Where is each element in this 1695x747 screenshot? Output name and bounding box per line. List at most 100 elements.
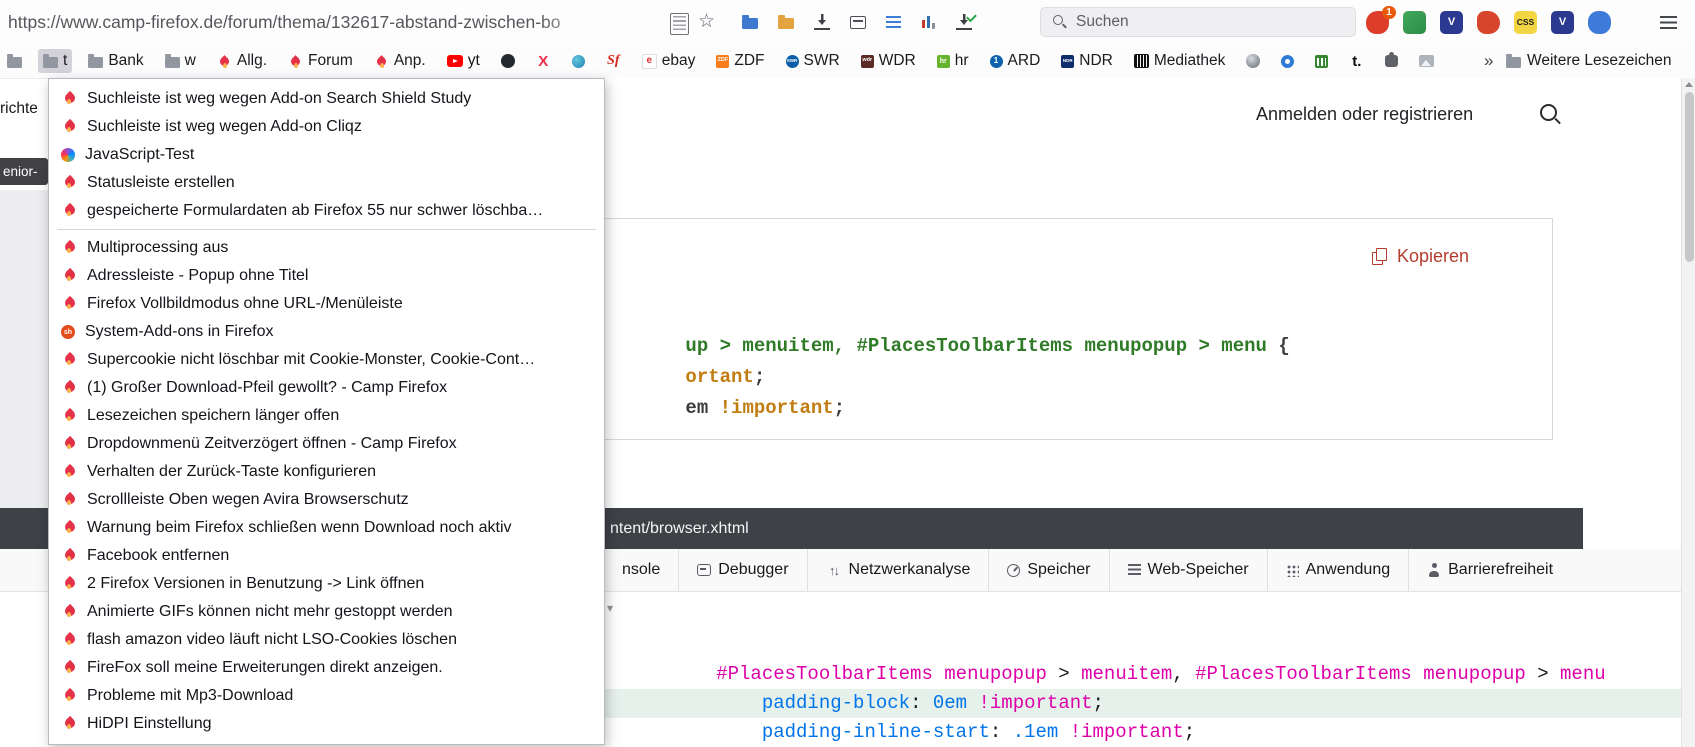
bookmark-swr[interactable]: SWR SWR [781, 49, 845, 73]
tab-debugger[interactable]: Debugger [678, 549, 806, 591]
archive-icon[interactable] [850, 16, 866, 29]
bookmark-menu-item[interactable]: JavaScript-Test [49, 141, 604, 169]
login-link[interactable]: Anmelden oder registrieren [1256, 104, 1473, 125]
bookmark-ebay[interactable]: e ebay [637, 49, 701, 73]
more-bookmarks[interactable]: Weitere Lesezeichen [1506, 48, 1671, 74]
bookmark-menu-favicon [61, 436, 77, 452]
download-icon[interactable] [814, 14, 830, 30]
devtools-tab-label: Web-Speicher [1148, 561, 1249, 579]
bookmark-folder[interactable] [2, 52, 27, 71]
bookmark-menu-favicon [61, 148, 75, 162]
bookmark-menu-favicon [61, 660, 77, 676]
bookmark-menu-item[interactable]: Verhalten der Zurück-Taste konfigurieren [49, 458, 604, 486]
bookmark-allg[interactable]: Allg. [212, 49, 272, 73]
overflow-chevron-icon[interactable]: » [1480, 48, 1497, 74]
bookmark-ndr[interactable]: NDR NDR [1056, 49, 1118, 73]
menu-icon[interactable] [1660, 16, 1677, 29]
fold-marker-icon: ▾ [607, 601, 613, 615]
bookmark-yt[interactable]: yt [442, 49, 485, 73]
code-token: ; [754, 366, 765, 388]
extension-icon-red-script[interactable] [1477, 11, 1500, 34]
bookmark-globe[interactable] [1241, 51, 1265, 71]
bookmark-favicon [501, 54, 515, 68]
bookmark-teal[interactable] [567, 52, 590, 71]
extension-icon-blue[interactable] [1588, 11, 1611, 34]
bookmark-menu-item[interactable]: FireFox soll meine Erweiterungen direkt … [49, 654, 604, 682]
bookmark-ard[interactable]: 1 ARD [985, 49, 1046, 73]
bookmark-menu-label: Animierte GIFs können nicht mehr gestopp… [87, 603, 453, 621]
bookmark-menu-item[interactable]: Scrollleiste Oben wegen Avira Browsersch… [49, 486, 604, 514]
tab-speicher[interactable]: Speicher [988, 549, 1108, 591]
page-search-icon[interactable] [1540, 104, 1562, 126]
bookmark-menu-item[interactable]: Probleme mit Mp3-Download [49, 682, 604, 710]
bookmark-menu-item[interactable]: Lesezeichen speichern länger offen [49, 402, 604, 430]
bookmark-menu-item[interactable]: 2 Firefox Versionen in Benutzung -> Link… [49, 570, 604, 598]
extension-icon-green[interactable] [1403, 11, 1426, 34]
bookmark-wdr[interactable]: wdr WDR [856, 49, 921, 73]
bookmark-green-chart[interactable] [1310, 52, 1333, 71]
bookmark-mediathek[interactable]: Mediathek [1129, 49, 1231, 73]
url-field[interactable]: https://www.camp-firefox.de/forum/thema/… [8, 0, 608, 44]
folder-open-icon[interactable] [778, 18, 794, 29]
reader-view-icon[interactable] [670, 13, 689, 35]
bookmark-folder-t[interactable]: t [38, 49, 72, 73]
tab-web-speicher[interactable]: Web-Speicher [1109, 549, 1267, 591]
bookmark-github[interactable] [496, 51, 520, 71]
bookmark-forum[interactable]: Forum [283, 49, 358, 73]
bookmark-menu-item[interactable]: HiDPI Einstellung [49, 710, 604, 738]
bookmark-menu-item[interactable]: Adressleiste - Popup ohne Titel [49, 262, 604, 290]
stats-icon[interactable] [921, 16, 936, 29]
bookmark-star-icon[interactable]: ☆ [698, 8, 715, 36]
bookmark-menu-label: FireFox soll meine Erweiterungen direkt … [87, 659, 443, 677]
bookmark-favicon [1419, 55, 1434, 67]
bookmark-menu-item[interactable]: Firefox Vollbildmodus ohne URL-/Menüleis… [49, 290, 604, 318]
page-scrollbar[interactable] [1681, 78, 1695, 747]
bookmark-blue[interactable] [1276, 52, 1299, 71]
tab-barrierefreiheit[interactable]: Barrierefreiheit [1408, 549, 1571, 591]
bookmark-menu-label: Verhalten der Zurück-Taste konfigurieren [87, 463, 376, 481]
extension-icon-css[interactable]: CSS [1514, 11, 1537, 34]
bookmark-menu-item[interactable]: sh System-Add-ons in Firefox [49, 318, 604, 346]
copy-button[interactable]: Kopieren [1372, 246, 1469, 267]
search-bar[interactable]: Suchen [1040, 7, 1356, 37]
bookmark-x[interactable]: X [531, 52, 556, 71]
bookmark-menu-item[interactable]: flash amazon video läuft nicht LSO-Cooki… [49, 626, 604, 654]
bookmark-favicon [572, 55, 585, 68]
bookmark-label: ZDF [734, 52, 764, 70]
bookmark-photo[interactable] [1414, 52, 1439, 70]
tab-konsole[interactable]: nsole [604, 549, 678, 591]
extension-icon-red[interactable]: 1 [1366, 11, 1389, 34]
bookmark-t[interactable]: t. [1344, 52, 1369, 71]
folder-blue-icon[interactable] [742, 18, 758, 29]
scrollbar-up-arrow[interactable] [1685, 82, 1693, 87]
bookmark-puzzle[interactable] [1380, 52, 1403, 70]
bookmark-menu-favicon: sh [61, 325, 75, 339]
bookmark-folder-w[interactable]: w [160, 49, 201, 73]
reading-list-icon[interactable] [886, 16, 901, 28]
bookmark-menu-item[interactable]: Warnung beim Firefox schließen wenn Down… [49, 514, 604, 542]
code-token: { [1267, 335, 1290, 357]
bookmark-menu-item[interactable]: Suchleiste ist weg wegen Add-on Search S… [49, 85, 604, 113]
extension-icon-v2[interactable]: V [1551, 11, 1574, 34]
bookmark-sf[interactable]: Sf [601, 52, 626, 71]
tab-anwendung[interactable]: Anwendung [1267, 549, 1409, 591]
bookmark-menu-item[interactable]: (1) Großer Download-Pfeil gewollt? - Cam… [49, 374, 604, 402]
bookmark-folder-bank[interactable]: Bank [83, 49, 148, 73]
bookmark-zdf[interactable]: ZDF ZDF [711, 49, 769, 73]
download-done-icon[interactable] [956, 14, 972, 30]
bookmark-menu-item[interactable]: Facebook entfernen [49, 542, 604, 570]
bookmark-menu-label: HiDPI Einstellung [87, 715, 212, 733]
bookmark-menu-item[interactable]: Suchleiste ist weg wegen Add-on Cliqz [49, 113, 604, 141]
devtools-tab-icon [1128, 564, 1141, 576]
scrollbar-thumb[interactable] [1685, 92, 1694, 262]
bookmark-menu-item[interactable]: gespeicherte Formulardaten ab Firefox 55… [49, 197, 604, 225]
bookmark-menu-item[interactable]: Statusleiste erstellen [49, 169, 604, 197]
bookmark-hr[interactable]: hr hr [932, 49, 974, 73]
extension-icon-v1[interactable]: V [1440, 11, 1463, 34]
bookmark-menu-item[interactable]: Multiprocessing aus [49, 234, 604, 262]
bookmark-menu-item[interactable]: Supercookie nicht löschbar mit Cookie-Mo… [49, 346, 604, 374]
bookmark-menu-item[interactable]: Dropdownmenü Zeitverzögert öffnen - Camp… [49, 430, 604, 458]
tab-netzwerkanalyse[interactable]: ↑↓ Netzwerkanalyse [807, 549, 989, 591]
bookmark-menu-item[interactable]: Animierte GIFs können nicht mehr gestopp… [49, 598, 604, 626]
bookmark-anp[interactable]: Anp. [369, 49, 431, 73]
